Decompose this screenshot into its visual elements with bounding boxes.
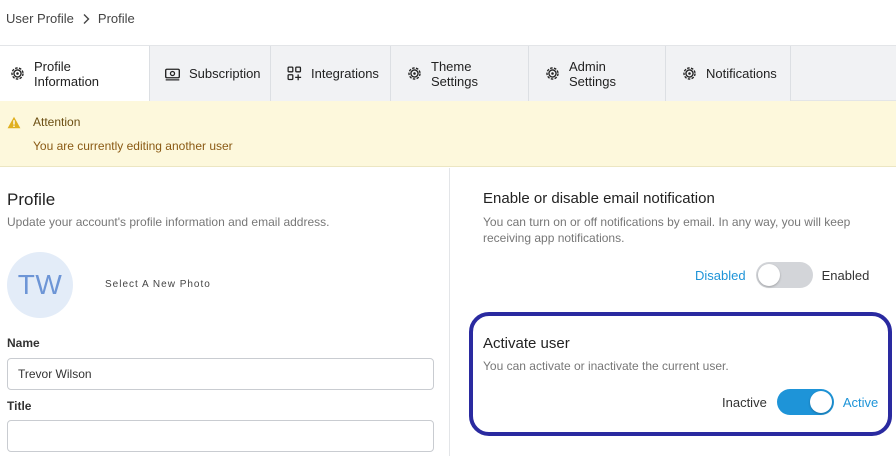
- avatar: TW: [7, 252, 73, 318]
- tab-label: Integrations: [311, 66, 379, 81]
- disabled-label: Disabled: [695, 267, 746, 283]
- profile-subtitle: Update your account's profile informatio…: [7, 215, 330, 229]
- activate-user-title: Activate user: [483, 335, 570, 352]
- profile-title: Profile: [7, 190, 56, 209]
- email-notification-toggle-row: Disabled Enabled: [695, 262, 869, 288]
- email-notification-section: Enable or disable email notification You…: [483, 190, 883, 246]
- email-notification-title: Enable or disable email notification: [483, 190, 715, 207]
- name-field[interactable]: [7, 358, 434, 390]
- email-notification-toggle[interactable]: [755, 262, 813, 288]
- apps-plus-icon: [287, 66, 302, 81]
- gear-icon: [683, 67, 696, 80]
- active-label: Active: [842, 394, 879, 410]
- title-label: Title: [7, 399, 32, 413]
- title-field[interactable]: [7, 420, 434, 452]
- name-label: Name: [7, 336, 40, 350]
- tab-bar: Profile Information Subscription Integra…: [0, 45, 896, 101]
- tab-notifications[interactable]: Notifications: [666, 46, 791, 101]
- activate-user-section: Activate user You can activate or inacti…: [483, 335, 883, 374]
- select-photo-button[interactable]: Select A New Photo: [105, 279, 211, 290]
- activate-user-description: You can activate or inactivate the curre…: [483, 359, 729, 373]
- tab-label: Admin Settings: [569, 58, 616, 89]
- warning-icon: [7, 116, 21, 129]
- tab-label: Profile Information: [34, 58, 100, 89]
- money-icon: [165, 68, 180, 81]
- tab-label: Subscription: [189, 66, 261, 81]
- alert-title: Attention: [33, 115, 81, 129]
- toggle-knob: [809, 391, 832, 413]
- chevron-right-icon: [83, 13, 90, 24]
- tab-integrations[interactable]: Integrations: [271, 46, 391, 101]
- tab-theme-settings[interactable]: Theme Settings: [391, 46, 529, 101]
- toggle-knob: [757, 264, 780, 286]
- activate-user-toggle-row: Inactive Active: [722, 389, 878, 415]
- gear-icon: [408, 67, 421, 80]
- profile-section: Profile Update your account's profile in…: [7, 190, 435, 452]
- enabled-label: Enabled: [821, 267, 870, 283]
- tab-admin-settings[interactable]: Admin Settings: [529, 46, 666, 101]
- column-divider: [449, 168, 450, 456]
- email-notification-description: You can turn on or off notifications by …: [483, 215, 851, 245]
- tab-label: Theme Settings: [431, 58, 478, 89]
- alert-message: You are currently editing another user: [33, 139, 233, 153]
- tab-label: Notifications: [706, 66, 777, 81]
- inactive-label: Inactive: [722, 394, 767, 410]
- attention-alert: Attention You are currently editing anot…: [0, 101, 896, 167]
- gear-icon: [546, 67, 559, 80]
- breadcrumb-current: Profile: [97, 11, 135, 26]
- breadcrumb-parent[interactable]: User Profile: [6, 11, 74, 26]
- gear-icon: [11, 67, 24, 80]
- activate-user-highlight: [469, 312, 892, 436]
- activate-user-toggle[interactable]: [776, 389, 834, 415]
- breadcrumb: User Profile Profile: [6, 11, 135, 26]
- tab-profile-information[interactable]: Profile Information: [0, 46, 150, 101]
- tab-subscription[interactable]: Subscription: [150, 46, 271, 101]
